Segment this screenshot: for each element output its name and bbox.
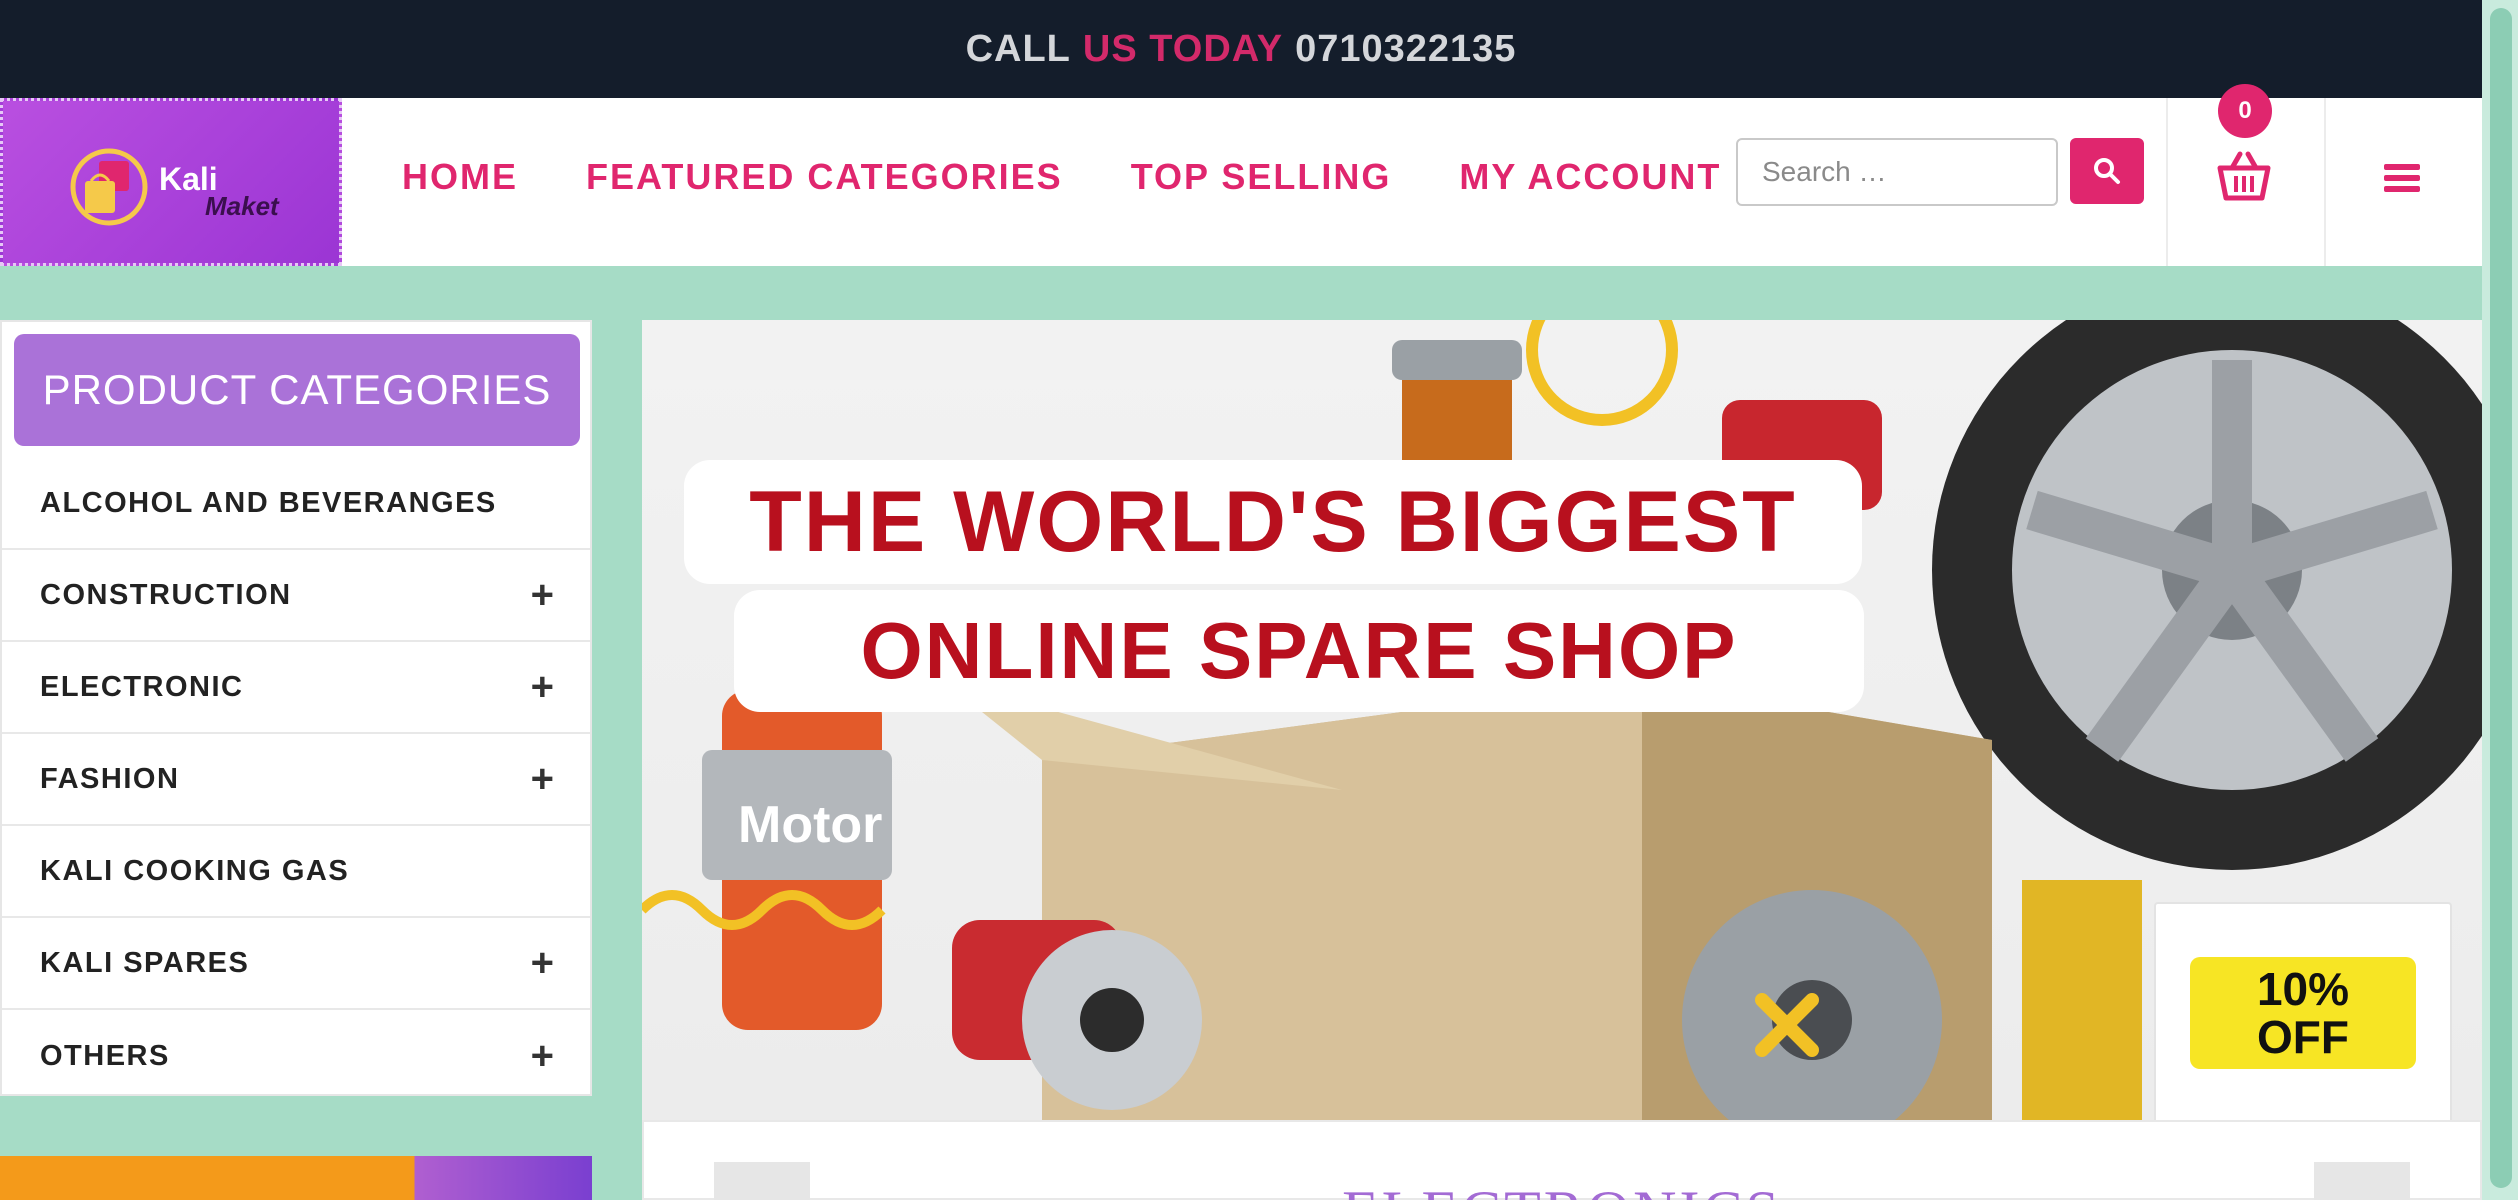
category-label[interactable]: FASHION	[40, 763, 179, 796]
electronics-section: ELECTRONICS	[642, 1120, 2482, 1200]
top-call-bar: CALL US TODAY 0710322135	[0, 0, 2482, 98]
sidebar-promo-banner[interactable]	[0, 1156, 592, 1200]
motor-oil-label: Motor	[738, 796, 883, 854]
search-button[interactable]	[2070, 138, 2144, 204]
scrollbar[interactable]	[2482, 0, 2518, 1200]
expand-plus-icon[interactable]: +	[531, 759, 554, 799]
nav-featured-categories[interactable]: FEATURED CATEGORIES	[586, 156, 1063, 198]
banner-headline-line2: ONLINE SPARE SHOP	[734, 590, 1864, 712]
category-list: ALCOHOL AND BEVERANGES CONSTRUCTION + EL…	[2, 458, 590, 1102]
carousel-next-button[interactable]	[2314, 1162, 2410, 1200]
category-label[interactable]: CONSTRUCTION	[40, 579, 292, 612]
site-header: Kali Maket HOME FEATURED CATEGORIES TOP …	[0, 84, 2482, 266]
product-categories-title: PRODUCT CATEGORIES	[14, 334, 580, 446]
cart-count-badge: 0	[2218, 84, 2272, 138]
search-icon	[2094, 158, 2120, 184]
call-label: CALL	[965, 27, 1071, 70]
header-divider	[2324, 98, 2326, 266]
discount-off: OFF	[2257, 1011, 2349, 1063]
logo-tagline: Maket	[205, 191, 279, 221]
category-label[interactable]: ALCOHOL AND BEVERANGES	[40, 487, 497, 520]
cart-button[interactable]: 0	[2166, 84, 2326, 266]
discount-badge: 10% OFF	[2154, 902, 2452, 1120]
basket-icon	[2217, 151, 2271, 201]
category-item[interactable]: FASHION +	[2, 734, 590, 826]
expand-plus-icon[interactable]: +	[531, 667, 554, 707]
category-item[interactable]: KALI SPARES +	[2, 918, 590, 1010]
category-item[interactable]: KALI COOKING GAS	[2, 826, 590, 918]
category-item[interactable]: ALCOHOL AND BEVERANGES	[2, 458, 590, 550]
category-item[interactable]: ELECTRONIC +	[2, 642, 590, 734]
scrollbar-thumb[interactable]	[2490, 8, 2512, 1188]
expand-plus-icon[interactable]: +	[531, 1036, 554, 1076]
category-item[interactable]: OTHERS +	[2, 1010, 590, 1102]
expand-plus-icon[interactable]: +	[531, 575, 554, 615]
phone-number[interactable]: 0710322135	[1295, 28, 1516, 71]
discount-badge-label: 10% OFF	[2190, 957, 2416, 1069]
nav-home[interactable]: HOME	[402, 156, 518, 198]
main-nav: HOME FEATURED CATEGORIES TOP SELLING MY …	[402, 156, 1721, 198]
search-input[interactable]	[1736, 138, 2058, 206]
site-logo[interactable]: Kali Maket	[0, 98, 342, 266]
expand-plus-icon[interactable]: +	[531, 943, 554, 983]
category-label[interactable]: OTHERS	[40, 1040, 170, 1073]
nav-top-selling[interactable]: TOP SELLING	[1131, 156, 1392, 198]
category-item[interactable]: CONSTRUCTION +	[2, 550, 590, 642]
category-label[interactable]: ELECTRONIC	[40, 671, 244, 704]
product-categories-sidebar: PRODUCT CATEGORIES ALCOHOL AND BEVERANGE…	[0, 320, 592, 1096]
us-today-label: US TODAY	[1082, 27, 1284, 70]
section-title: ELECTRONICS	[644, 1178, 2480, 1200]
hero-banner[interactable]: THE WORLD'S BIGGEST ONLINE SPARE SHOP Mo…	[642, 320, 2482, 1120]
nav-my-account[interactable]: MY ACCOUNT	[1459, 156, 1721, 198]
shopping-bag-logo-icon	[70, 148, 148, 226]
category-label[interactable]: KALI COOKING GAS	[40, 855, 349, 888]
category-label[interactable]: KALI SPARES	[40, 947, 249, 980]
hamburger-menu-icon[interactable]	[2380, 158, 2424, 198]
discount-percent: 10%	[2256, 963, 2350, 1015]
banner-headline-line1: THE WORLD'S BIGGEST	[684, 460, 1862, 584]
